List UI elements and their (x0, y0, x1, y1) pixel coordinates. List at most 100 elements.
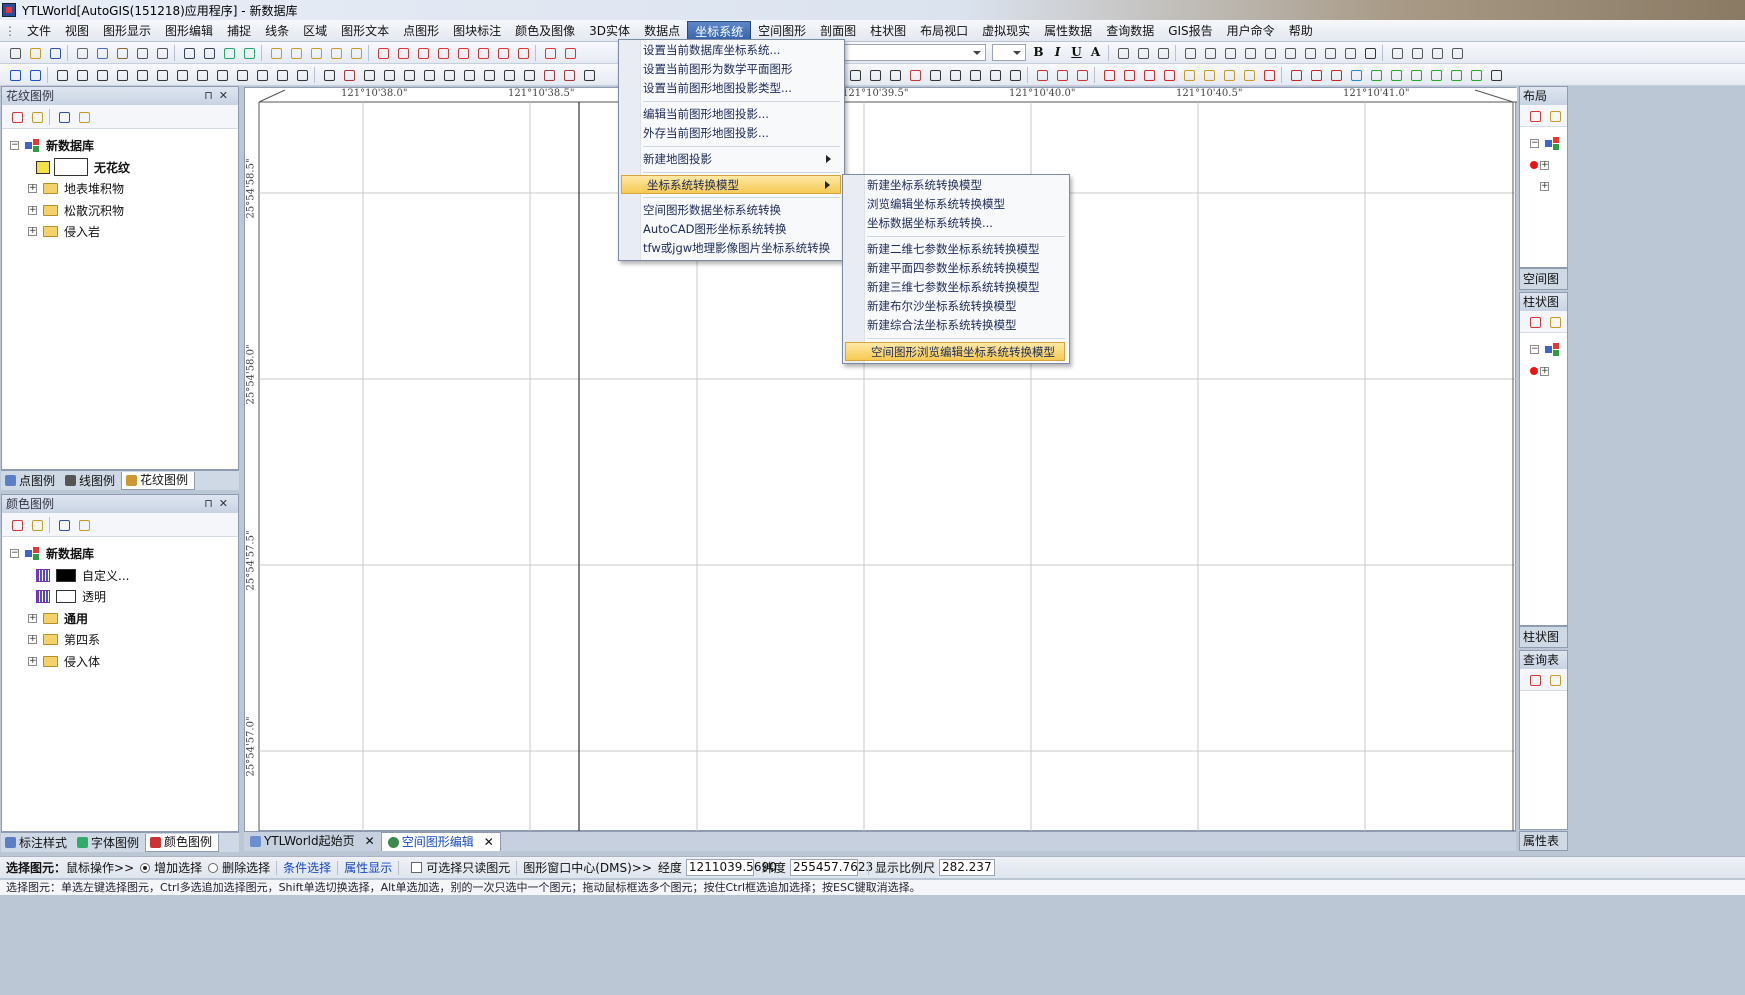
menu-item-browse-transform-model[interactable]: 浏览编辑坐标系统转换模型 (867, 195, 1065, 214)
globe-icon[interactable] (1361, 44, 1378, 61)
array-icon[interactable] (460, 66, 477, 83)
shape-rect-icon[interactable] (846, 66, 863, 83)
flag-icon[interactable] (1447, 66, 1464, 83)
line-split-icon[interactable] (494, 44, 511, 61)
block-find-icon[interactable] (1220, 66, 1237, 83)
image-icon[interactable] (1301, 44, 1318, 61)
new-folder-icon[interactable] (75, 108, 92, 125)
corner-icon[interactable] (906, 66, 923, 83)
latitude-field[interactable]: 255457.7623 (789, 859, 873, 876)
tree-item-color[interactable]: 自定义... (10, 565, 238, 587)
layers-red-icon[interactable] (1033, 66, 1050, 83)
align-left-text-icon[interactable] (1114, 44, 1131, 61)
menu-display[interactable]: 图形显示 (96, 21, 158, 41)
cond-select-link[interactable]: 条件选择 (283, 859, 331, 876)
record-icon[interactable] (541, 44, 558, 61)
menu-snap[interactable]: 捕捉 (220, 21, 258, 41)
rotate-icon[interactable] (400, 66, 417, 83)
align-left-icon[interactable] (307, 44, 324, 61)
pan-icon[interactable] (53, 66, 70, 83)
table-view-icon[interactable] (55, 516, 72, 533)
context-help-icon[interactable] (240, 44, 257, 61)
menu-item-bursa[interactable]: 新建布尔沙坐标系统转换模型 (867, 297, 1065, 316)
zoom-out-2-icon[interactable] (113, 66, 130, 83)
expand-icon[interactable]: + (28, 635, 37, 645)
zoom-extent-icon[interactable] (173, 66, 190, 83)
block-explode-icon[interactable] (1160, 66, 1177, 83)
menu-3d[interactable]: 3D实体 (582, 21, 637, 41)
pointer-icon[interactable] (26, 66, 43, 83)
zoom-previous-icon[interactable] (153, 66, 170, 83)
table-icon[interactable] (1181, 44, 1198, 61)
collapse-icon[interactable]: − (10, 141, 19, 151)
tree-item-folder[interactable]: + 通用 (10, 608, 238, 630)
expand-icon[interactable]: + (1540, 182, 1549, 192)
tree-item-folder[interactable]: + 侵入岩 (10, 221, 238, 243)
layers-edit-icon[interactable] (1073, 66, 1090, 83)
menu-layout[interactable]: 布局视口 (913, 21, 975, 41)
move-icon[interactable] (380, 66, 397, 83)
hatch-color-icon[interactable] (1347, 66, 1364, 83)
outdent-icon[interactable] (1281, 44, 1298, 61)
grid-icon[interactable] (500, 66, 517, 83)
block-create-icon[interactable] (1120, 66, 1137, 83)
menu-query[interactable]: 查询数据 (1099, 21, 1161, 41)
copy-icon[interactable] (93, 44, 110, 61)
chamfer-icon[interactable] (946, 66, 963, 83)
menu-item-spatial-transform[interactable]: 空间图形数据坐标系统转换 (643, 201, 841, 220)
eye-show-icon[interactable] (1387, 66, 1404, 83)
menu-gis-report[interactable]: GIS报告 (1161, 21, 1219, 41)
tree-item[interactable]: + (1530, 361, 1567, 383)
indent-icon[interactable] (1261, 44, 1278, 61)
block-list-icon[interactable] (1200, 66, 1217, 83)
new-file-icon[interactable] (6, 44, 23, 61)
plus-line-icon[interactable] (986, 66, 1003, 83)
zoom-out-icon[interactable] (73, 66, 90, 83)
tab-hatch-legend[interactable]: 花纹图例 (121, 471, 196, 490)
redo-icon[interactable] (153, 44, 170, 61)
zoom-dynamic-icon[interactable] (213, 66, 230, 83)
draw-line-icon[interactable] (1388, 44, 1405, 61)
expand-icon[interactable]: + (28, 205, 37, 215)
menu-user-command[interactable]: 用户命令 (1220, 21, 1282, 41)
expand-icon[interactable]: + (1540, 366, 1549, 376)
bullets-icon[interactable] (1221, 44, 1238, 61)
tree-item[interactable]: + (1530, 176, 1567, 198)
tab-label-style[interactable]: 标注样式 (1, 834, 73, 852)
tab-font-legend[interactable]: 字体图例 (73, 834, 145, 852)
menu-lines[interactable]: 线条 (258, 21, 296, 41)
block-attr-icon[interactable] (1180, 66, 1197, 83)
table-view-icon[interactable] (55, 108, 72, 125)
menu-block[interactable]: 图块标注 (446, 21, 508, 41)
block-replace-icon[interactable] (1240, 66, 1257, 83)
shape-box-icon[interactable] (886, 66, 903, 83)
menu-point[interactable]: 点图形 (396, 21, 446, 41)
longitude-field[interactable]: 1211039.5690 (685, 859, 777, 876)
cross-icon[interactable] (1448, 44, 1465, 61)
undo-icon[interactable] (133, 44, 150, 61)
menu-edit[interactable]: 图形编辑 (158, 21, 220, 41)
text-style-icon[interactable] (1321, 44, 1338, 61)
curve-icon[interactable] (394, 44, 411, 61)
tree-root[interactable]: − 新数据库 (10, 543, 238, 565)
eye-toggle-icon[interactable] (1427, 66, 1444, 83)
menu-coordinate-system[interactable]: 坐标系统 (687, 20, 752, 41)
explode-icon[interactable] (580, 66, 597, 83)
crosshair-icon[interactable] (360, 66, 377, 83)
add-item-icon[interactable] (8, 516, 25, 533)
scale-icon[interactable] (420, 66, 437, 83)
line-edit-icon[interactable] (454, 44, 471, 61)
font-color-icon[interactable]: A (1087, 44, 1104, 61)
bold-icon[interactable]: B (1030, 44, 1047, 61)
hatch-cross-icon[interactable] (1307, 66, 1324, 83)
expand-icon[interactable]: + (28, 613, 37, 623)
italic-icon[interactable]: I (1049, 44, 1066, 61)
more-icon[interactable] (1487, 66, 1504, 83)
layer-green-icon[interactable] (1467, 66, 1484, 83)
collapse-icon[interactable]: − (10, 549, 19, 559)
list-icon[interactable] (1201, 44, 1218, 61)
expand-icon[interactable]: + (1540, 160, 1549, 170)
menu-view[interactable]: 视图 (58, 21, 96, 41)
node-icon[interactable] (287, 44, 304, 61)
zoom-center-icon[interactable] (233, 66, 250, 83)
